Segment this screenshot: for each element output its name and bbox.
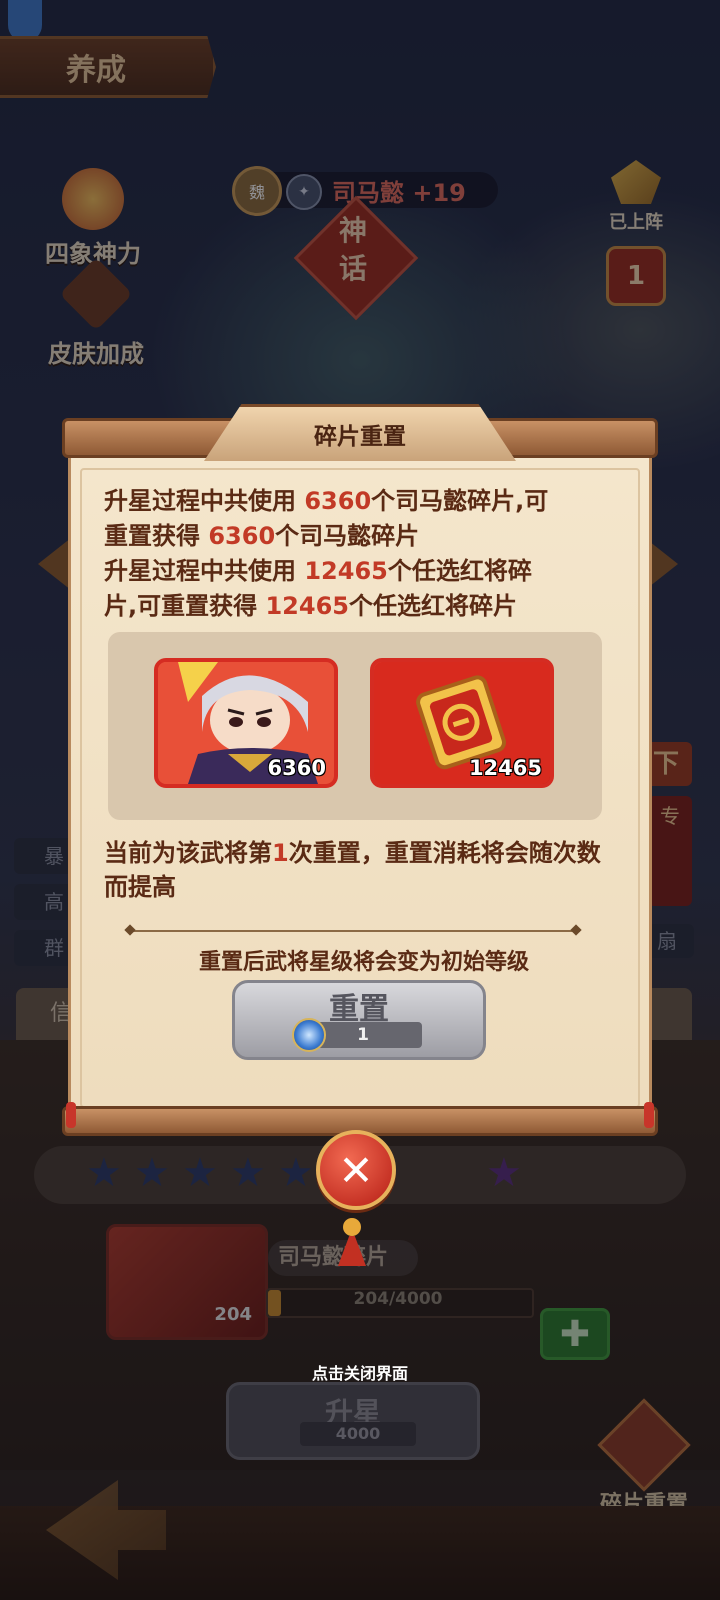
rod-end-icon [66, 1102, 76, 1128]
tassel-knot [343, 1218, 361, 1236]
close-icon: ✕ [338, 1145, 374, 1195]
reward-red-fragment[interactable]: 12465 [370, 658, 554, 788]
modal-title: 碎片重置 [204, 404, 516, 461]
reset-info-text: 当前为该武将第1次重置，重置消耗将会随次数而提高 [104, 839, 601, 901]
rod-end-icon [644, 1102, 654, 1128]
modal-description-1: 升星过程中共使用 6360个司马懿碎片,可 重置获得 6360个司马懿碎片 升星… [104, 487, 549, 620]
close-hint: 点击关闭界面 [311, 1364, 408, 1383]
reward-hero-fragment[interactable]: 6360 [154, 658, 338, 788]
reset-token-icon [292, 1018, 326, 1052]
close-button[interactable]: ✕ [316, 1130, 396, 1210]
reward-hero-fragment-count: 6360 [267, 756, 326, 780]
divider [130, 930, 580, 932]
reward-red-fragment-count: 12465 [468, 756, 542, 780]
reset-warning: 重置后武将星级将会变为初始等级 [198, 950, 529, 975]
